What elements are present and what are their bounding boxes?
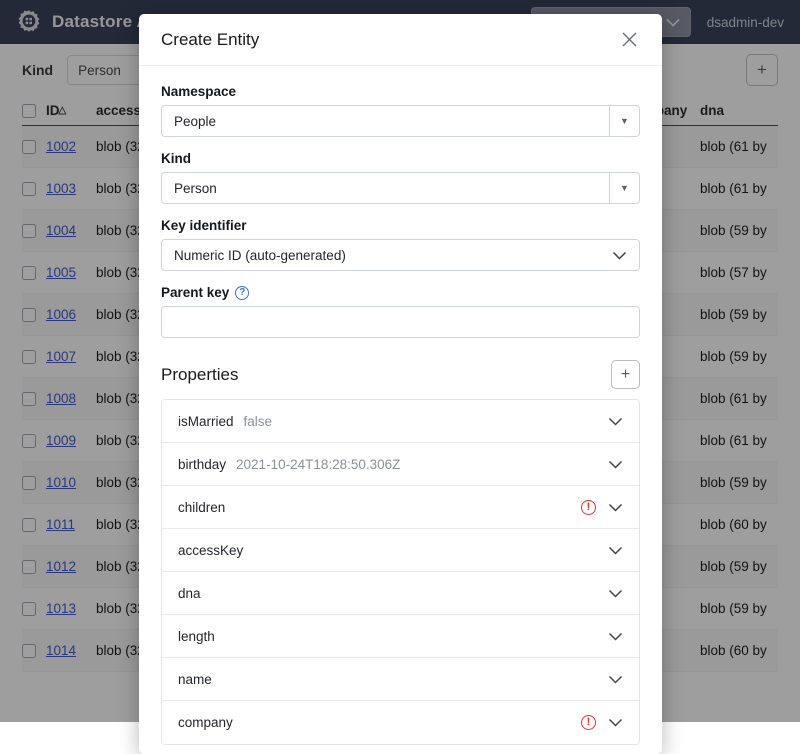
property-name: length (178, 629, 215, 644)
dialog-body: Namespace People ▼ Kind Person ▼ Key ide… (139, 66, 662, 745)
namespace-dropdown-button[interactable]: ▼ (609, 106, 639, 136)
property-row[interactable]: isMarried false (162, 400, 639, 443)
close-icon[interactable] (618, 29, 640, 51)
property-row-actions: ! (581, 715, 623, 730)
dialog-title: Create Entity (161, 30, 259, 50)
question-mark-icon[interactable]: ? (235, 286, 249, 300)
property-row-actions: ! (581, 500, 623, 515)
create-entity-dialog: Create Entity Namespace People ▼ Kind Pe… (139, 14, 662, 754)
key-identifier-select[interactable]: Numeric ID (auto-generated) (161, 239, 640, 271)
parent-key-label: Parent key ? (161, 285, 640, 300)
chevron-down-icon[interactable] (608, 589, 623, 598)
property-row-actions (608, 589, 623, 598)
error-exclamation-icon: ! (581, 500, 596, 515)
property-name: birthday (178, 457, 226, 472)
namespace-input[interactable]: People (162, 106, 609, 136)
chevron-down-icon (612, 251, 627, 260)
property-row-actions (608, 417, 623, 426)
chevron-down-icon[interactable] (608, 546, 623, 555)
kind-dropdown-button[interactable]: ▼ (609, 173, 639, 203)
parent-key-input[interactable] (161, 306, 640, 338)
chevron-down-icon[interactable] (608, 632, 623, 641)
properties-title: Properties (161, 365, 238, 385)
property-name: name (178, 672, 212, 687)
property-name: company (178, 715, 233, 730)
chevron-down-icon[interactable] (608, 503, 623, 512)
property-row-actions (608, 460, 623, 469)
chevron-down-icon[interactable] (608, 417, 623, 426)
property-row-actions (608, 546, 623, 555)
property-row[interactable]: dna (162, 572, 639, 615)
chevron-down-icon[interactable] (608, 460, 623, 469)
properties-header: Properties + (161, 360, 640, 389)
property-row[interactable]: name (162, 658, 639, 701)
kind-combobox[interactable]: Person ▼ (161, 172, 640, 204)
chevron-down-icon[interactable] (608, 675, 623, 684)
property-row[interactable]: company! (162, 701, 639, 744)
property-row-actions (608, 632, 623, 641)
key-identifier-label: Key identifier (161, 218, 640, 233)
property-name: children (178, 500, 225, 515)
kind-field-label: Kind (161, 151, 640, 166)
caret-down-icon: ▼ (620, 116, 629, 126)
property-name: accessKey (178, 543, 243, 558)
properties-list: isMarried false birthday 2021-10-24T18:28:5… (161, 399, 640, 745)
property-row[interactable]: children! (162, 486, 639, 529)
property-value: 2021-10-24T18:28:50.306Z (236, 457, 400, 472)
property-row[interactable]: birthday 2021-10-24T18:28:50.306Z (162, 443, 639, 486)
property-value: false (244, 414, 273, 429)
kind-input[interactable]: Person (162, 173, 609, 203)
namespace-field-label: Namespace (161, 84, 640, 99)
dialog-header: Create Entity (139, 14, 662, 66)
add-property-button[interactable]: + (611, 360, 640, 389)
property-row[interactable]: length (162, 615, 639, 658)
chevron-down-icon[interactable] (608, 718, 623, 727)
property-name: isMarried (178, 414, 234, 429)
key-identifier-value: Numeric ID (auto-generated) (174, 248, 346, 263)
property-row-actions (608, 675, 623, 684)
error-exclamation-icon: ! (581, 715, 596, 730)
plus-icon: + (621, 366, 630, 384)
property-name: dna (178, 586, 201, 601)
caret-down-icon: ▼ (620, 183, 629, 193)
namespace-combobox[interactable]: People ▼ (161, 105, 640, 137)
property-row[interactable]: accessKey (162, 529, 639, 572)
